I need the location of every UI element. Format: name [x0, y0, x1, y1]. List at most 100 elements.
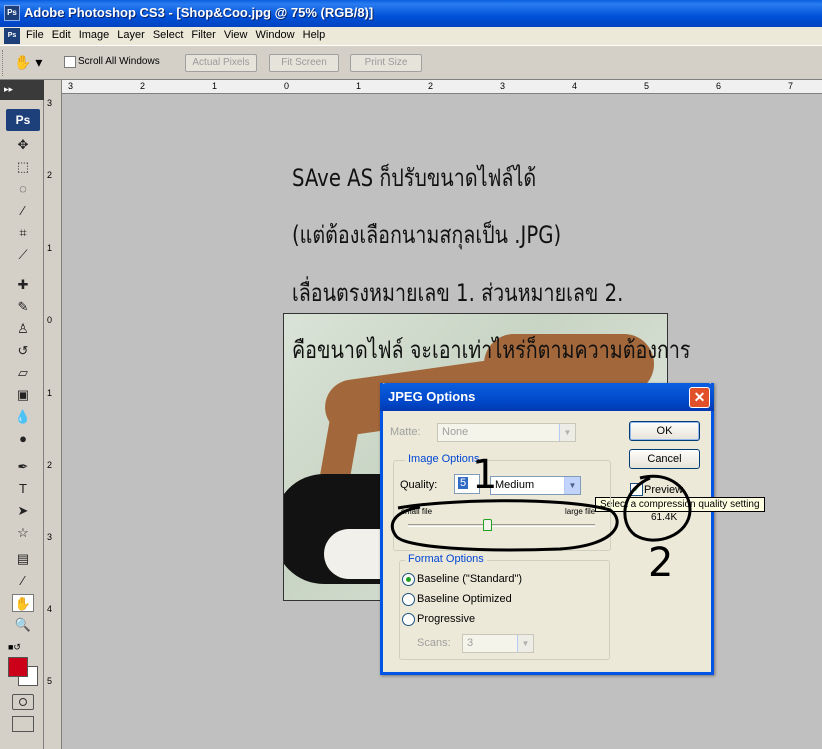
menu-window[interactable]: Window — [254, 29, 301, 41]
image-options-label: Image Options — [405, 453, 483, 465]
small-file-label: small file — [401, 507, 433, 516]
eraser-tool-icon[interactable]: ▱ — [12, 364, 34, 382]
h-ruler-tick: 1 — [356, 81, 362, 91]
options-bar: ✋ ▾ Scroll All Windows Actual Pixels Fit… — [0, 45, 822, 80]
history-brush-icon[interactable]: ↺ — [12, 342, 34, 360]
hand-tool-icon[interactable]: ✋ — [12, 594, 34, 612]
baseline-optimized-label: Baseline Optimized — [417, 593, 512, 605]
menu-filter[interactable]: Filter — [189, 29, 221, 41]
quality-label: Quality: — [400, 479, 438, 491]
annotation-number-1: 1 — [472, 452, 498, 498]
menu-file[interactable]: File — [24, 29, 50, 41]
progressive-radio[interactable] — [402, 613, 415, 626]
quality-preset-select[interactable]: Medium ▼ — [490, 476, 581, 495]
close-icon[interactable]: ✕ — [689, 387, 710, 408]
foreground-color-swatch[interactable] — [8, 657, 28, 677]
zoom-tool-icon[interactable]: 🔍 — [12, 616, 34, 634]
window-title: Adobe Photoshop CS3 - [Shop&Coo.jpg @ 75… — [24, 5, 374, 20]
v-ruler-tick: 0 — [47, 315, 53, 325]
crop-tool-icon[interactable]: ⌗ — [12, 224, 34, 242]
matte-select[interactable]: None ▼ — [437, 423, 576, 442]
preview-checkbox[interactable]: ✔ — [630, 483, 643, 496]
annotation-line-2: (แต่ต้องเลือกนามสกุลเป็น .JPG) — [292, 221, 562, 249]
menu-image[interactable]: Image — [77, 29, 116, 41]
h-ruler-tick: 6 — [716, 81, 722, 91]
lasso-tool-icon[interactable]: ◌ — [12, 180, 34, 198]
quality-slider-thumb[interactable] — [483, 519, 492, 531]
h-ruler-tick: 5 — [644, 81, 650, 91]
quick-mask-icon[interactable] — [12, 694, 34, 710]
vertical-ruler: 3 2 1 0 1 2 3 4 5 — [44, 80, 62, 749]
print-size-button[interactable]: Print Size — [350, 54, 422, 72]
quality-slider[interactable] — [408, 519, 595, 531]
dialog-title: JPEG Options — [388, 389, 476, 404]
toolbox-header[interactable]: ▸▸ — [0, 80, 44, 100]
scans-value: 3 — [467, 637, 474, 649]
pen-tool-icon[interactable]: ✒ — [12, 458, 34, 476]
dodge-tool-icon[interactable]: ● — [12, 430, 34, 448]
title-bar: Ps Adobe Photoshop CS3 - [Shop&Coo.jpg @… — [0, 0, 822, 27]
hand-tool-preset-icon[interactable]: ✋ ▾ — [14, 54, 48, 74]
v-ruler-tick: 2 — [47, 170, 53, 180]
quality-tooltip: Select a compression quality setting — [595, 497, 765, 512]
v-ruler-tick: 4 — [47, 604, 53, 614]
menu-layer[interactable]: Layer — [115, 29, 151, 41]
clone-stamp-icon[interactable]: ♙ — [12, 320, 34, 338]
v-ruler-tick: 1 — [47, 243, 53, 253]
magic-wand-tool-icon[interactable]: ⁄ — [12, 202, 34, 220]
photoshop-app-icon[interactable]: Ps — [4, 5, 20, 21]
h-ruler-tick: 7 — [788, 81, 794, 91]
annotation-line-1: SAve AS ก็ปรับขนาดไฟล์ได้ — [292, 164, 537, 192]
brush-tool-icon[interactable]: ✎ — [12, 298, 34, 316]
v-ruler-tick: 3 — [47, 98, 53, 108]
type-tool-icon[interactable]: T — [12, 480, 34, 498]
format-options-label: Format Options — [405, 553, 487, 565]
h-ruler-tick: 3 — [68, 81, 74, 91]
h-ruler-tick: 0 — [284, 81, 290, 91]
shape-tool-icon[interactable]: ☆ — [12, 524, 34, 542]
cancel-button[interactable]: Cancel — [629, 449, 700, 469]
default-colors-icon[interactable]: ■↺ — [8, 642, 21, 653]
gradient-tool-icon[interactable]: ▣ — [12, 386, 34, 404]
menu-select[interactable]: Select — [151, 29, 190, 41]
quality-input-value: 5 — [458, 477, 469, 489]
actual-pixels-button[interactable]: Actual Pixels — [185, 54, 257, 72]
healing-brush-icon[interactable]: ✚ — [12, 276, 34, 294]
h-ruler-tick: 2 — [428, 81, 434, 91]
eyedropper-tool-icon[interactable]: ⁄ — [12, 572, 34, 590]
chevron-down-icon: ▼ — [517, 635, 533, 652]
chevron-down-icon: ▼ — [559, 424, 575, 441]
menu-edit[interactable]: Edit — [50, 29, 77, 41]
matte-label: Matte: — [390, 426, 421, 438]
notes-tool-icon[interactable]: ▤ — [12, 550, 34, 568]
document-icon[interactable]: Ps — [4, 28, 20, 44]
annotation-line-4: คือขนาดไฟล์ จะเอาเท่าไหร่ก็ตามความต้องกา… — [292, 336, 691, 364]
menu-help[interactable]: Help — [301, 29, 332, 41]
chevron-down-icon: ▼ — [564, 477, 580, 494]
scroll-all-windows-checkbox[interactable] — [64, 56, 76, 68]
dialog-title-bar[interactable]: JPEG Options ✕ — [380, 383, 714, 411]
baseline-optimized-radio[interactable] — [402, 593, 415, 606]
matte-value: None — [442, 426, 469, 438]
ok-button[interactable]: OK — [629, 421, 700, 441]
marquee-tool-icon[interactable]: ⬚ — [12, 158, 34, 176]
screen-mode-icon[interactable] — [12, 716, 34, 732]
slice-tool-icon[interactable]: ⟋ — [12, 246, 34, 264]
scans-select[interactable]: 3 ▼ — [462, 634, 534, 653]
scans-label: Scans: — [417, 637, 451, 649]
path-selection-icon[interactable]: ➤ — [12, 502, 34, 520]
h-ruler-tick: 4 — [572, 81, 578, 91]
file-size-value: 61.4K — [651, 512, 678, 523]
annotation-line-3: เลื่อนตรงหมายเลข 1. ส่วนหมายเลข 2. — [292, 279, 624, 307]
scroll-all-windows-label: Scroll All Windows — [78, 56, 160, 67]
menu-bar: Ps File Edit Image Layer Select Filter V… — [0, 27, 822, 45]
menu-view[interactable]: View — [222, 29, 254, 41]
blur-tool-icon[interactable]: 💧 — [12, 408, 34, 426]
v-ruler-tick: 5 — [47, 676, 53, 686]
move-tool-icon[interactable]: ✥ — [12, 136, 34, 154]
baseline-standard-radio[interactable] — [402, 573, 415, 586]
photoshop-logo[interactable]: Ps — [6, 109, 40, 131]
fit-screen-button[interactable]: Fit Screen — [269, 54, 339, 72]
options-grip[interactable] — [2, 50, 5, 76]
v-ruler-tick: 2 — [47, 460, 53, 470]
